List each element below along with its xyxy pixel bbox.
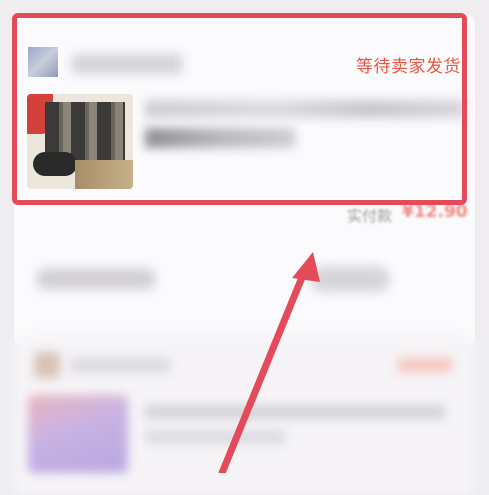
product-image[interactable] [28, 395, 128, 473]
order-status [398, 358, 452, 372]
product-title-line[interactable] [145, 405, 445, 419]
order-action-button[interactable] [36, 268, 156, 290]
total-value: ¥12.90 [402, 202, 468, 222]
total-label: 实付款 [347, 207, 393, 225]
order-action-button[interactable] [310, 266, 390, 292]
product-title-line[interactable] [145, 430, 285, 444]
highlight-box [12, 13, 467, 205]
shop-avatar[interactable] [34, 352, 60, 378]
shop-name[interactable] [70, 358, 170, 372]
